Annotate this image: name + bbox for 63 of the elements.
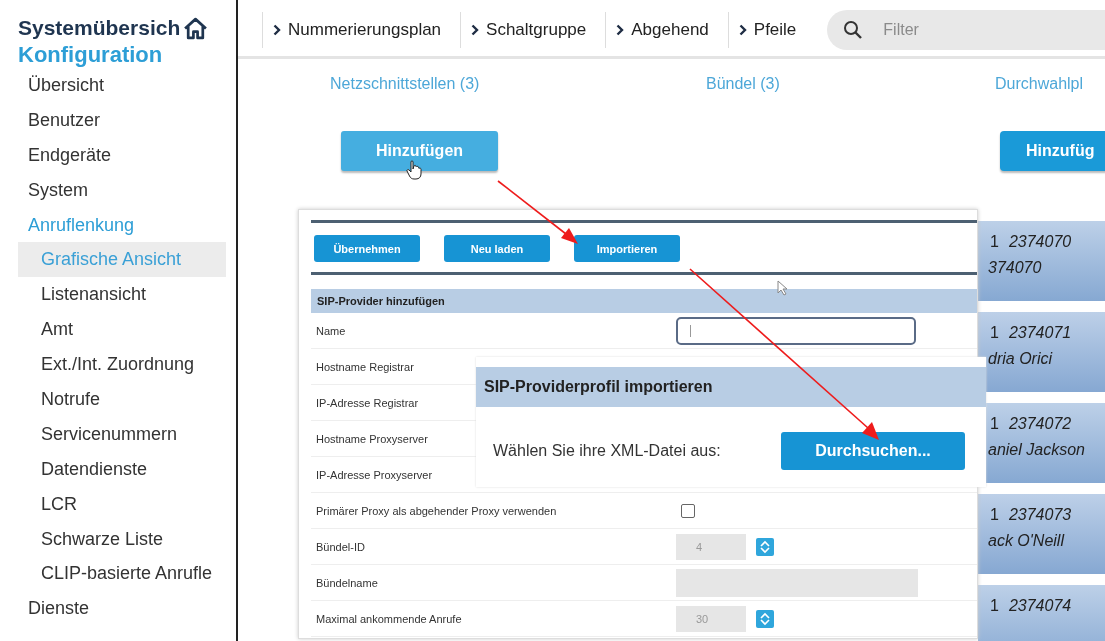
spinner-icon[interactable] [756,609,774,628]
card-name: aniel Jackson [988,441,1086,459]
sidebar-subitem[interactable]: Notrufe [18,382,226,417]
card-number: 2374074 [1008,597,1072,615]
card-index: 1 [989,233,999,251]
sidebar-subitem[interactable]: Servicenummern [18,416,226,452]
field-label: Hostname Proxyserver [315,432,429,445]
chevron-icon [616,24,625,36]
filter-field[interactable]: Filter [881,20,966,40]
spinner-icon[interactable] [756,537,774,556]
hand-cursor-icon [406,160,422,180]
field-label: Name [315,324,347,337]
pointer-cursor-icon [777,280,789,296]
form-section-header: SIP-Provider hinzufügen [311,289,977,313]
field-label: Primärer Proxy als abgehender Proxy verwenden [315,504,558,517]
card-name: 374070 [988,259,1043,277]
field-label: Bündelname [315,576,379,589]
sidebar-subitem[interactable]: Listenansicht [18,277,226,313]
field-label: Maximal ankommende Anrufe [315,612,463,625]
card-number: 2374070 [1008,233,1072,251]
nav-tab[interactable]: Schaltgruppe [460,12,606,48]
name-field[interactable] [676,316,916,345]
sidebar-item[interactable]: Benutzer [18,102,236,138]
chevron-icon [471,24,480,36]
extension-card[interactable]: 1 2374073 ack O'Neill [978,494,1105,574]
card-index: 1 [989,506,999,524]
checkbox[interactable] [681,503,695,518]
card-number: 2374073 [1008,506,1072,524]
card-name: ack O'Neill [988,532,1066,550]
card-index: 1 [989,324,999,342]
card-index: 1 [989,597,999,615]
nav-tab[interactable]: Abgehend [605,12,728,48]
sidebar-subitem[interactable]: LCR [18,486,226,522]
dialog-title: SIP-Providerprofil importieren [476,367,986,407]
dialog-prompt: Wählen Sie ihre XML-Datei aus: [493,442,722,460]
field-label: IP-Adresse Registrar [315,396,420,409]
sidebar-subitem[interactable]: Datendienste [18,451,226,487]
extension-card[interactable]: 1 2374074 [978,585,1105,641]
nav-tab[interactable]: Pfeile [727,12,816,48]
sidebar-title[interactable]: Systemübersich [18,16,181,40]
field-label: Hostname Registrar [315,360,415,373]
sidebar-subitem[interactable]: Ext./Int. Zuordnung [18,347,226,382]
card-number: 2374072 [1008,415,1072,433]
field-label: IP-Adresse Proxyserver [315,468,434,481]
field-label: Bündel-ID [315,540,366,553]
sidebar-subitem[interactable]: Schwarze Liste [18,521,226,557]
card-index: 1 [989,415,999,433]
sidebar-item[interactable]: Endgeräte [18,137,236,173]
nav-tab[interactable]: Nummerierungsplan [262,12,461,48]
sidebar-subitem[interactable]: Amt [18,312,226,348]
extension-card[interactable]: 1 2374070 374070 [978,221,1105,301]
sidebar-item[interactable]: Dienste [18,591,236,627]
extension-card[interactable]: 1 2374071 dria Orici [978,312,1105,392]
chevron-icon [273,24,281,36]
card-name: dria Orici [988,350,1054,368]
card-number: 2374071 [1008,324,1072,342]
section-title: Konfiguration [18,42,164,68]
sidebar-item[interactable]: System [18,172,236,208]
sidebar-item[interactable]: Übersicht [18,68,236,103]
home-icon[interactable] [183,16,209,40]
search-icon [843,20,864,40]
sidebar-subitem[interactable]: CLIP-basierte Anrufle [18,556,226,592]
chevron-icon [738,24,747,36]
